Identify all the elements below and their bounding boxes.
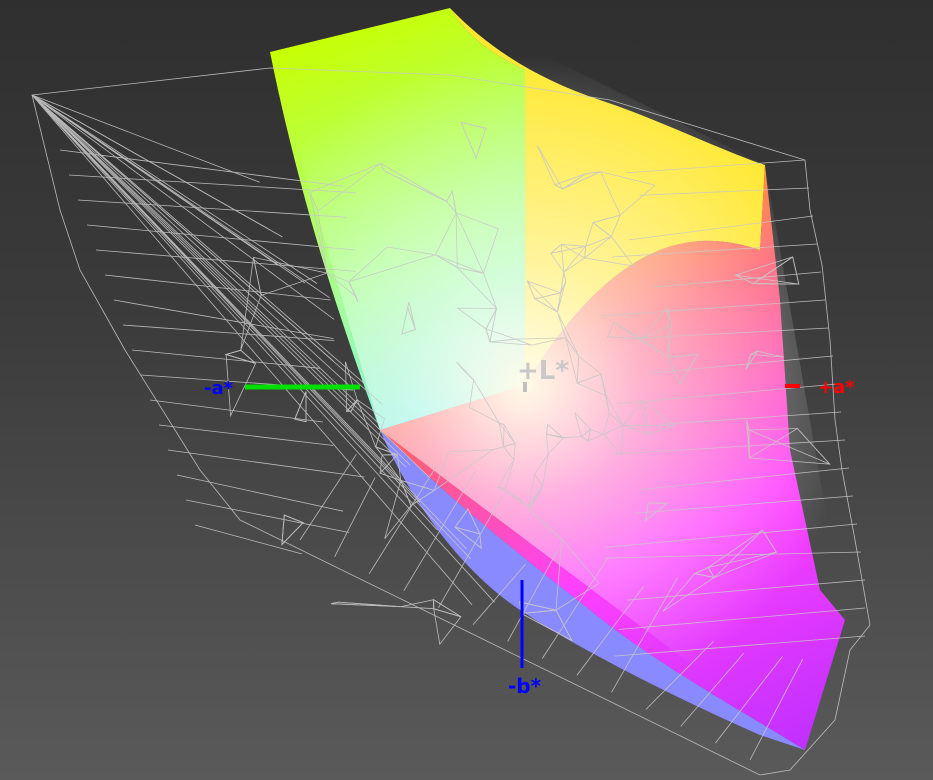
wireframe-edge: [104, 274, 331, 301]
wireframe-edge: [294, 391, 307, 423]
axis-label-minus-a: -a*: [204, 378, 234, 399]
wireframe-edge: [330, 601, 401, 608]
wireframe-edge: [176, 474, 344, 512]
gamut-3d-view[interactable]: +L* +a* -a* -b*: [0, 0, 933, 780]
wireframe-edge: [334, 477, 376, 558]
wireframe-edge: [185, 499, 350, 533]
axis-label-plus-L: +L*: [517, 356, 569, 386]
axis-label-plus-a: +a*: [818, 377, 855, 398]
wireframe-edge: [31, 94, 260, 183]
wireframe-edge: [345, 399, 358, 412]
wireframe-edge: [252, 256, 329, 296]
wireframe-edge: [95, 249, 357, 272]
axis-label-minus-b: -b*: [508, 674, 542, 698]
wireframe-edge: [240, 257, 262, 351]
wireframe-edge: [433, 598, 462, 618]
wireframe-edge: [158, 424, 334, 446]
wireframe-edge: [167, 449, 365, 478]
wireframe-edge: [194, 524, 302, 555]
wireframe-edge: [299, 453, 357, 541]
